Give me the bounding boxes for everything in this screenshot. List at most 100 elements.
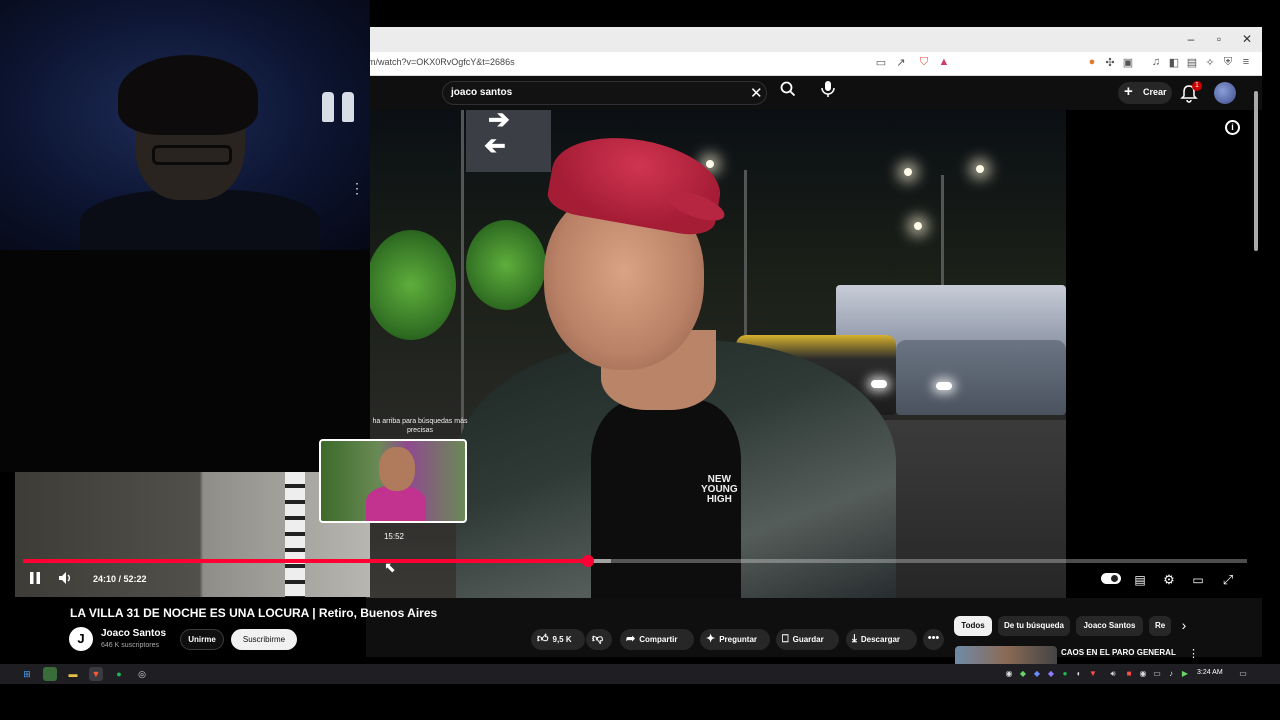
url-text[interactable]: m/watch?v=OKX0RvOgfcY&t=2686s	[368, 57, 515, 67]
chevron-right-icon[interactable]: ›	[1176, 617, 1192, 633]
extension-3-icon[interactable]: ▣	[1120, 56, 1136, 69]
create-button[interactable]: + Crear	[1118, 82, 1172, 104]
recommended-video-menu-icon[interactable]: ⋮	[1188, 647, 1199, 660]
chip-search[interactable]: De tu búsqueda	[998, 616, 1070, 636]
menu-icon[interactable]: ≡	[1238, 56, 1254, 68]
info-icon[interactable]: i	[1225, 120, 1240, 135]
thumbs-down-icon: 👎︎	[592, 633, 604, 645]
sparkle-icon: ✦	[706, 633, 716, 645]
tray-icon[interactable]: ◆	[1046, 668, 1056, 680]
play-tray-icon[interactable]: ▶	[1180, 668, 1190, 680]
tray-icon[interactable]: ◉	[1138, 668, 1148, 680]
vpn-icon[interactable]: ⛨	[1220, 56, 1236, 69]
user-avatar[interactable]	[1214, 82, 1236, 104]
download-button[interactable]: ⤓ Descargar	[846, 629, 917, 650]
mic-tray-icon[interactable]: ♪	[1166, 668, 1176, 680]
dislike-button[interactable]: 👎︎	[586, 629, 612, 650]
network-icon[interactable]: ▭	[1152, 668, 1162, 680]
voice-search-button[interactable]	[816, 80, 840, 104]
subtitles-button[interactable]: ▤	[1130, 570, 1150, 590]
tray-icon[interactable]: ▼	[1088, 668, 1098, 680]
folder-icon[interactable]: ▬	[66, 667, 80, 681]
extension-1-icon[interactable]: ●	[1084, 56, 1100, 68]
headlight	[936, 382, 952, 390]
channel-name[interactable]: Joaco Santos	[101, 628, 166, 639]
screen: – ▫ ✕ m/watch?v=OKX0RvOgfcY&t=2686s ▭ ↗ …	[0, 0, 1280, 720]
media-icon[interactable]: ♫	[1148, 56, 1164, 68]
install-app-icon[interactable]: ▭	[873, 56, 889, 69]
spotify-icon[interactable]: ●	[112, 667, 126, 681]
channel-avatar[interactable]: J	[69, 627, 93, 651]
volume-tray-icon[interactable]: 🔊︎	[1108, 668, 1118, 680]
thumbnail-person-face	[379, 447, 415, 491]
brave-browser-icon[interactable]: ▼	[89, 667, 103, 681]
download-icon: ⤓	[852, 633, 857, 645]
player-controls: 24:10 / 52:22 ▤ ⚙ ▭ ⤢	[0, 568, 1280, 592]
windows-start-icon[interactable]: ⊞	[20, 667, 34, 681]
chip-todos[interactable]: Todos	[954, 616, 992, 636]
clock[interactable]: 3:24 AM	[1197, 669, 1223, 676]
bookmark-icon: ⎕	[782, 633, 789, 645]
leo-icon[interactable]: ✧	[1202, 56, 1218, 69]
video-player[interactable]: ➔ ➔ NEW YOUNG HIGH i	[366, 110, 1262, 598]
volume-icon	[59, 572, 70, 584]
chip-channel[interactable]: Joaco Santos	[1076, 616, 1143, 636]
seek-preview-time: 15:52	[383, 532, 405, 541]
sidebar-icon[interactable]: ◧	[1166, 56, 1182, 69]
extension-2-icon[interactable]: ✣	[1102, 56, 1118, 69]
save-button[interactable]: ⎕ Guardar	[776, 629, 839, 650]
street-light	[904, 168, 912, 176]
tray-icon[interactable]: ◆	[1018, 668, 1028, 680]
search-input[interactable]: joaco santos	[451, 87, 512, 98]
brave-shield-icon[interactable]: ⛉	[916, 56, 932, 69]
title-bar: – ▫ ✕	[366, 27, 1262, 52]
tray-icon[interactable]: ◆	[1032, 668, 1042, 680]
volume-button[interactable]	[56, 570, 76, 590]
gear-icon: ⚙	[1163, 572, 1175, 587]
subscribe-button[interactable]: Suscribirme	[231, 629, 297, 650]
save-label: Guardar	[792, 635, 824, 644]
search-box[interactable]: joaco santos ✕	[442, 81, 767, 105]
tray-icon[interactable]: ◐	[1074, 668, 1084, 680]
close-window-button[interactable]: ✕	[1236, 32, 1258, 46]
share-button[interactable]: ➦ Compartir	[620, 629, 694, 650]
scrollbar-thumb[interactable]	[1254, 91, 1258, 251]
share-page-icon[interactable]: ↗	[893, 56, 909, 69]
ask-label: Preguntar	[719, 635, 758, 644]
ask-button[interactable]: ✦ Preguntar	[700, 629, 770, 650]
pause-button[interactable]	[25, 570, 45, 590]
clear-search-icon[interactable]: ✕	[750, 84, 763, 102]
recommended-video-thumbnail[interactable]	[955, 646, 1057, 666]
fullscreen-button[interactable]: ⤢	[1218, 570, 1238, 590]
obs-icon[interactable]: ◎	[135, 667, 149, 681]
wallet-icon[interactable]: ▤	[1184, 56, 1200, 69]
notifications-button[interactable]: 1	[1180, 81, 1202, 105]
chip-related[interactable]: Re	[1149, 616, 1171, 636]
address-bar[interactable]: m/watch?v=OKX0RvOgfcY&t=2686s ▭ ↗ ⛉ ▲ ● …	[366, 52, 1262, 76]
brave-rewards-icon[interactable]: ▲	[936, 56, 952, 68]
recommended-video-title[interactable]: CAOS EN EL PARO GENERAL	[1061, 648, 1176, 657]
download-label: Descargar	[860, 635, 901, 644]
thumbs-up-icon: 👍︎	[537, 633, 549, 645]
autoplay-toggle[interactable]	[1101, 573, 1121, 584]
app-icon[interactable]	[43, 667, 57, 681]
join-button[interactable]: Unirme	[180, 629, 224, 650]
tray-icon[interactable]: ●	[1060, 668, 1070, 680]
theater-mode-button[interactable]: ▭	[1188, 570, 1208, 590]
plus-icon: +	[1124, 83, 1133, 100]
more-actions-button[interactable]: •••	[923, 629, 944, 650]
jacket-logo-line: HIGH	[706, 494, 732, 505]
minimize-button[interactable]: –	[1180, 32, 1202, 46]
like-button[interactable]: 👍︎ 9,5 K	[531, 629, 585, 650]
tray-icon[interactable]: ■	[1124, 668, 1134, 680]
tree	[466, 220, 546, 310]
seek-tip: ha arriba para búsquedas más precisas	[372, 418, 468, 434]
tray-icon[interactable]: ◉	[1004, 668, 1014, 680]
restore-button[interactable]: ▫	[1208, 32, 1230, 46]
overflow-dots-icon: ⋮	[350, 180, 364, 196]
search-button[interactable]	[776, 81, 800, 105]
progress-bar[interactable]	[23, 555, 1247, 567]
video-frame[interactable]: ➔ ➔ NEW YOUNG HIGH	[366, 110, 1066, 598]
notification-center-icon[interactable]: ▭	[1238, 668, 1248, 680]
settings-button[interactable]: ⚙	[1159, 570, 1179, 590]
